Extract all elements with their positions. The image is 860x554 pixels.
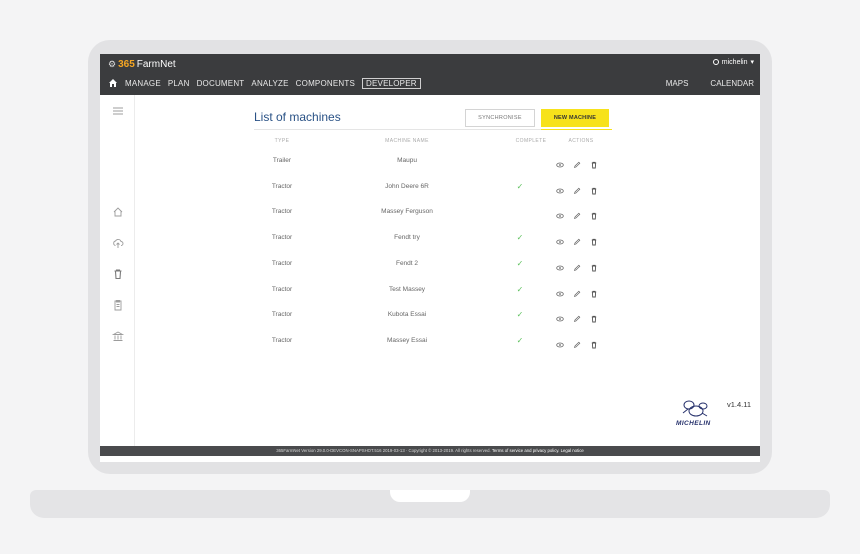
terms-link[interactable]: Terms of service and privacy policy.: [492, 448, 560, 453]
row-machine-name[interactable]: Fendt try: [364, 234, 450, 241]
accent-divider: [541, 129, 612, 130]
complete-check-icon: ✓: [516, 310, 524, 320]
nav-components[interactable]: COMPONENTS: [296, 79, 355, 88]
edit-icon[interactable]: [573, 156, 581, 169]
table-row: Trailer Maupu: [254, 157, 612, 183]
clipboard-icon[interactable]: [112, 299, 124, 311]
logo-text: FarmNet: [136, 59, 176, 70]
synchronise-button[interactable]: SYNCHRONISE: [465, 109, 535, 127]
column-header-actions: ACTIONS: [568, 138, 594, 144]
delete-icon[interactable]: [590, 310, 598, 323]
row-machine-name[interactable]: Test Massey: [364, 286, 450, 293]
table-row: Tractor Fendt 2 ✓: [254, 258, 612, 286]
delete-icon[interactable]: [590, 182, 598, 195]
trash-icon[interactable]: [112, 268, 124, 280]
view-icon[interactable]: [556, 336, 564, 348]
bank-icon[interactable]: [112, 330, 124, 342]
page-title: List of machines: [254, 110, 341, 124]
user-name: michelin: [721, 58, 748, 66]
table-row: Tractor Massey Ferguson: [254, 208, 612, 234]
edit-icon[interactable]: [573, 310, 581, 323]
column-header-name: MACHINE NAME: [385, 138, 429, 144]
row-machine-name[interactable]: Maupu: [364, 157, 450, 164]
nav-right: MAPS CALENDAR: [666, 76, 754, 90]
view-icon[interactable]: [556, 156, 564, 168]
nav-manage[interactable]: MANAGE: [125, 79, 161, 88]
nav-maps[interactable]: MAPS: [666, 79, 689, 88]
row-machine-name[interactable]: Massey Ferguson: [364, 208, 450, 215]
nav-calendar[interactable]: CALENDAR: [710, 79, 754, 88]
view-icon[interactable]: [556, 310, 564, 322]
row-machine-name[interactable]: John Deere 6R: [364, 183, 450, 190]
version-label: v1.4.11: [727, 400, 752, 409]
row-machine-name[interactable]: Kubota Essai: [364, 311, 450, 318]
tractor-logo-icon: ⚙: [108, 59, 117, 69]
complete-check-icon: ✓: [516, 181, 524, 191]
menu-icon[interactable]: [112, 105, 124, 117]
nav-analyze[interactable]: ANALYZE: [251, 79, 288, 88]
edit-icon[interactable]: [573, 259, 581, 271]
logo-number: 365: [118, 59, 135, 70]
row-type: Tractor: [271, 311, 293, 319]
nav-document[interactable]: DOCUMENT: [197, 79, 245, 88]
row-machine-name[interactable]: Massey Essai: [364, 337, 450, 344]
table-row: Tractor Fendt try ✓: [254, 233, 612, 260]
delete-icon[interactable]: [590, 207, 598, 220]
complete-check-icon: ✓: [516, 284, 524, 294]
edit-icon[interactable]: [573, 285, 581, 297]
row-type: Tractor: [271, 336, 293, 344]
row-type: Tractor: [271, 208, 293, 216]
view-icon[interactable]: [556, 207, 564, 219]
view-icon[interactable]: [556, 233, 564, 245]
row-type: Tractor: [271, 234, 293, 242]
delete-icon[interactable]: [590, 336, 598, 349]
row-type: Tractor: [271, 182, 293, 190]
app-header: ⚙ 365 FarmNet michelin ▾ MANAGE PLAN DOC…: [100, 54, 760, 95]
cloud-upload-icon[interactable]: [112, 237, 124, 249]
column-header-complete: COMPLETE: [515, 138, 547, 144]
nav-plan[interactable]: PLAN: [168, 79, 190, 88]
user-icon: [712, 59, 719, 65]
delete-icon[interactable]: [590, 233, 598, 246]
new-machine-button[interactable]: NEW MACHINE: [541, 109, 609, 127]
footer: 365FarmNet Version 29.0.0-DEVCON-SNAPSHO…: [100, 446, 760, 456]
view-icon[interactable]: [556, 285, 564, 296]
row-type: Tractor: [271, 259, 293, 267]
michelin-wordmark: MICHELIN: [676, 420, 711, 427]
nav-developer[interactable]: DEVELOPER: [362, 77, 421, 89]
delete-icon[interactable]: [590, 259, 598, 272]
laptop-screen: ⚙ 365 FarmNet michelin ▾ MANAGE PLAN DOC…: [100, 54, 760, 462]
delete-icon[interactable]: [590, 156, 598, 169]
table-row: Tractor John Deere 6R ✓: [254, 181, 612, 209]
complete-check-icon: ✓: [516, 233, 524, 243]
row-type: Trailer: [272, 157, 292, 164]
table-row: Tractor Test Massey ✓: [254, 284, 612, 312]
edit-icon[interactable]: [573, 233, 581, 246]
footer-text: 365FarmNet Version 29.0.0-DEVCON-SNAPSHO…: [276, 448, 491, 453]
user-menu[interactable]: michelin ▾: [712, 58, 754, 66]
complete-check-icon: ✓: [516, 335, 524, 345]
view-icon[interactable]: [556, 182, 564, 194]
row-type: Tractor: [271, 285, 293, 293]
row-machine-name[interactable]: Fendt 2: [364, 260, 450, 267]
home-icon[interactable]: [108, 78, 118, 88]
delete-icon[interactable]: [590, 285, 598, 297]
edit-icon[interactable]: [573, 207, 581, 220]
laptop-notch: [390, 490, 470, 502]
complete-check-icon: ✓: [516, 258, 524, 268]
edit-icon[interactable]: [573, 182, 581, 194]
left-rail: [100, 95, 135, 446]
main-nav: MANAGE PLAN DOCUMENT ANALYZE COMPONENTS …: [108, 76, 421, 90]
home-outline-icon[interactable]: [112, 206, 124, 218]
edit-icon[interactable]: [573, 336, 581, 348]
table-row: Tractor Massey Essai ✓: [254, 335, 612, 363]
legal-link[interactable]: Legal notice: [561, 448, 584, 453]
column-header-type: TYPE: [274, 138, 290, 144]
table-row: Tractor Kubota Essai ✓: [254, 310, 612, 337]
view-icon[interactable]: [556, 259, 564, 271]
chevron-down-icon: ▾: [750, 59, 754, 66]
app-logo[interactable]: ⚙ 365 FarmNet: [108, 59, 176, 70]
